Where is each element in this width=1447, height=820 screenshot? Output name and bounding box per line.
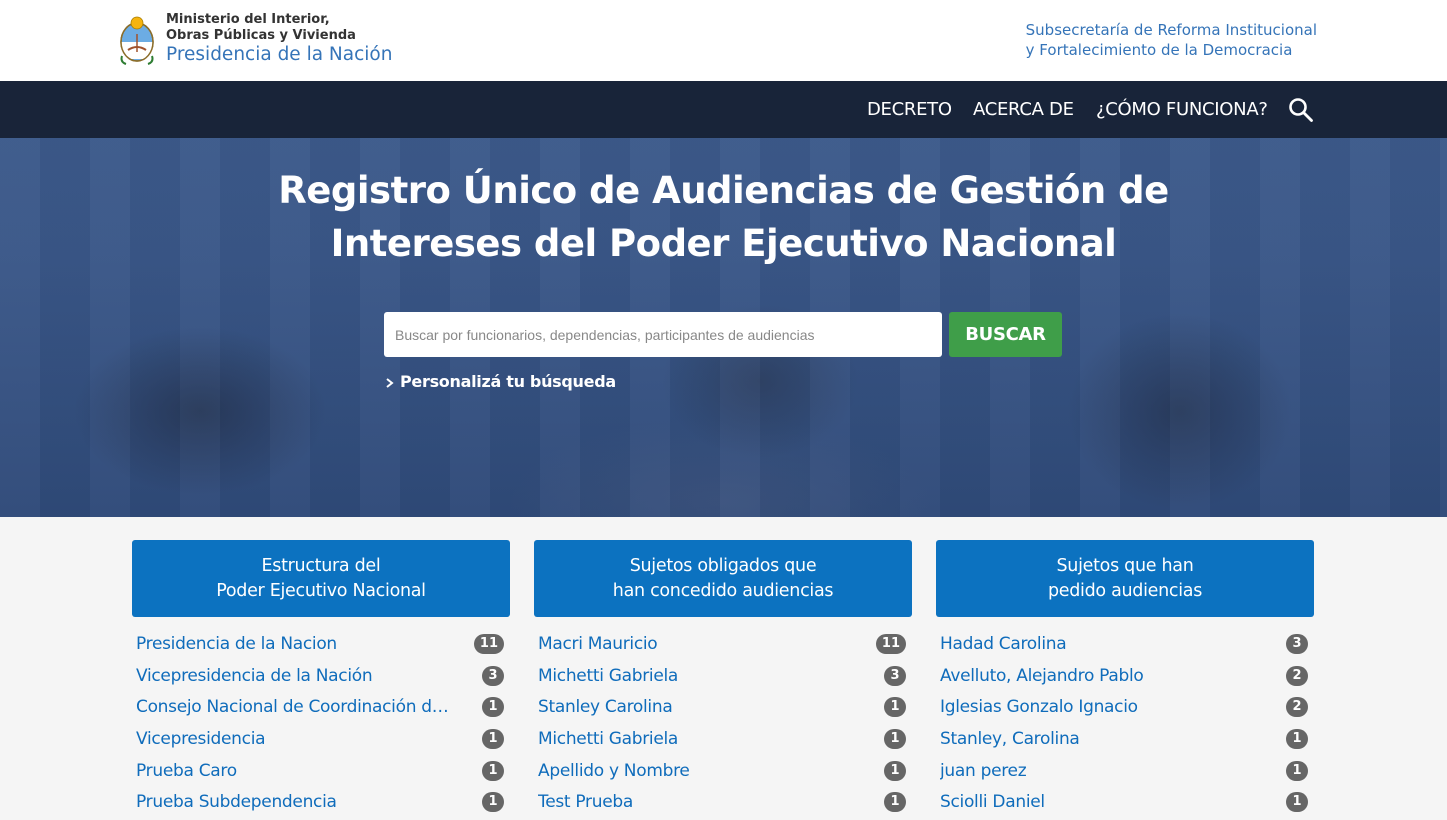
ministry-line-2: Obras Públicas y Vivienda — [166, 28, 356, 43]
list-item-name[interactable]: Stanley Carolina — [538, 697, 672, 717]
list-item[interactable]: Stanley, Carolina 1 — [936, 723, 1314, 755]
search-input[interactable] — [384, 312, 942, 357]
nav-item-decreto[interactable]: DECRETO — [867, 99, 952, 120]
list-item[interactable]: Iglesias Gonzalo Ignacio 2 — [936, 691, 1314, 723]
column-header-line-2: han concedido audiencias — [612, 581, 834, 601]
list-item[interactable]: Macri Mauricio 11 — [534, 628, 912, 660]
list-item-name[interactable]: Presidencia de la Nacion — [136, 634, 337, 654]
list-item[interactable]: Presidencia de la Nacion 11 — [132, 628, 510, 660]
subsecretary-line-2: y Fortalecimiento de la Democracia — [1025, 41, 1293, 59]
count-badge: 1 — [1286, 728, 1308, 749]
subsecretary-title: Subsecretaría de Reforma Institucional y… — [1026, 20, 1317, 60]
national-seal-icon — [120, 16, 154, 65]
count-badge: 1 — [1286, 792, 1308, 813]
requesters-list: Hadad Carolina 3 Avelluto, Alejandro Pabl… — [936, 628, 1314, 818]
list-item-name[interactable]: Macri Mauricio — [538, 634, 657, 654]
government-logo[interactable]: Ministerio del Interior, Obras Públicas … — [118, 12, 392, 66]
count-badge: 2 — [1286, 697, 1308, 718]
list-item-name[interactable]: Sciolli Daniel — [940, 792, 1045, 812]
officials-list: Macri Mauricio 11 Michetti Gabriela 3 Stan… — [534, 628, 912, 818]
nav-item-como-funciona[interactable]: ¿CÓMO FUNCIONA? — [1096, 99, 1268, 120]
list-item-name[interactable]: Hadad Carolina — [940, 634, 1066, 654]
count-badge: 2 — [1286, 665, 1308, 686]
list-item[interactable]: Stanley Carolina 1 — [534, 691, 912, 723]
search-button[interactable]: BUSCAR — [949, 312, 1062, 357]
list-item[interactable]: Vicepresidencia de la Nación 3 — [132, 660, 510, 692]
list-item-name[interactable]: Prueba Subdependencia — [136, 792, 337, 812]
list-item[interactable]: Prueba Caro 1 — [132, 755, 510, 787]
ministry-line-1: Ministerio del Interior, — [166, 12, 330, 27]
count-badge: 1 — [482, 792, 504, 813]
subsecretary-line-1: Subsecretaría de Reforma Institucional — [1025, 21, 1317, 39]
count-badge: 1 — [1286, 760, 1308, 781]
count-badge: 1 — [482, 728, 504, 749]
column-header-requesters[interactable]: Sujetos que han pedido audiencias — [936, 540, 1314, 617]
chevron-right-icon — [386, 378, 394, 388]
column-header-line-1: Sujetos obligados que — [629, 556, 817, 576]
hero-banner: DECRETO ACERCA DE ¿CÓMO FUNCIONA? Regist… — [0, 81, 1447, 517]
page-title: Registro Único de Audiencias de Gestión … — [0, 164, 1447, 270]
count-badge: 1 — [482, 697, 504, 718]
count-badge: 3 — [482, 665, 504, 686]
list-item-name[interactable]: Michetti Gabriela — [538, 666, 678, 686]
list-item-name[interactable]: juan perez — [940, 761, 1026, 781]
page-title-line-2: Intereses del Poder Ejecutivo Nacional — [330, 222, 1117, 265]
column-header-line-2: Poder Ejecutivo Nacional — [216, 581, 426, 601]
list-item[interactable]: Sciolli Daniel 1 — [936, 786, 1314, 818]
list-item-name[interactable]: Apellido y Nombre — [538, 761, 690, 781]
list-item-name[interactable]: Vicepresidencia de la Nación — [136, 666, 372, 686]
count-badge: 1 — [884, 728, 906, 749]
customize-search-link[interactable]: Personalizá tu búsqueda — [384, 372, 616, 391]
column-structure: Estructura del Poder Ejecutivo Nacional … — [132, 540, 510, 818]
column-header-line-1: Estructura del — [261, 556, 381, 576]
search-icon[interactable] — [1288, 97, 1314, 123]
count-badge: 3 — [884, 665, 906, 686]
list-item[interactable]: Hadad Carolina 3 — [936, 628, 1314, 660]
list-item-name[interactable]: Avelluto, Alejandro Pablo — [940, 666, 1144, 686]
list-item[interactable]: Michetti Gabriela 3 — [534, 660, 912, 692]
list-item[interactable]: Consejo Nacional de Coordinación de P...… — [132, 691, 510, 723]
list-item-name[interactable]: Vicepresidencia — [136, 729, 265, 749]
list-item[interactable]: Test Prueba 1 — [534, 786, 912, 818]
nav-item-acerca-de[interactable]: ACERCA DE — [973, 99, 1074, 120]
top-header: Ministerio del Interior, Obras Públicas … — [0, 0, 1447, 81]
list-item-name[interactable]: Stanley, Carolina — [940, 729, 1080, 749]
list-item[interactable]: juan perez 1 — [936, 755, 1314, 787]
presidency-title: Presidencia de la Nación — [166, 44, 393, 65]
count-badge: 1 — [884, 697, 906, 718]
list-item[interactable]: Vicepresidencia 1 — [132, 723, 510, 755]
column-requesters: Sujetos que han pedido audiencias Hadad … — [936, 540, 1314, 818]
column-header-structure[interactable]: Estructura del Poder Ejecutivo Nacional — [132, 540, 510, 617]
page-title-line-1: Registro Único de Audiencias de Gestión … — [278, 169, 1169, 212]
list-item-name[interactable]: Test Prueba — [538, 792, 633, 812]
count-badge: 1 — [482, 760, 504, 781]
hero-background-photo — [0, 81, 1447, 517]
count-badge: 11 — [473, 633, 504, 654]
list-item[interactable]: Apellido y Nombre 1 — [534, 755, 912, 787]
structure-list: Presidencia de la Nacion 11 Vicepresidenc… — [132, 628, 510, 818]
column-header-line-2: pedido audiencias — [1047, 581, 1203, 601]
column-header-line-1: Sujetos que han — [1056, 556, 1194, 576]
column-header-officials[interactable]: Sujetos obligados que han concedido audi… — [534, 540, 912, 617]
list-item[interactable]: Michetti Gabriela 1 — [534, 723, 912, 755]
column-officials: Sujetos obligados que han concedido audi… — [534, 540, 912, 818]
list-item-name[interactable]: Michetti Gabriela — [538, 729, 678, 749]
list-item-name[interactable]: Iglesias Gonzalo Ignacio — [940, 697, 1138, 717]
list-item[interactable]: Prueba Subdependencia 1 — [132, 786, 510, 818]
customize-search-label: Personalizá tu búsqueda — [400, 372, 616, 391]
count-badge: 3 — [1286, 633, 1308, 654]
list-item-name[interactable]: Consejo Nacional de Coordinación de P... — [136, 697, 454, 717]
count-badge: 1 — [884, 760, 906, 781]
main-navbar: DECRETO ACERCA DE ¿CÓMO FUNCIONA? — [0, 81, 1447, 138]
list-item-name[interactable]: Prueba Caro — [136, 761, 237, 781]
count-badge: 11 — [875, 633, 906, 654]
list-item[interactable]: Avelluto, Alejandro Pablo 2 — [936, 660, 1314, 692]
count-badge: 1 — [884, 792, 906, 813]
